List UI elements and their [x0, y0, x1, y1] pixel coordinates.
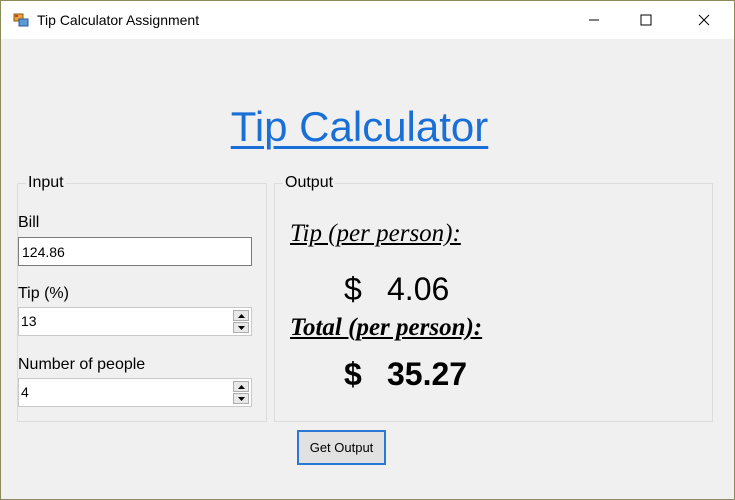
maximize-icon — [640, 14, 652, 26]
total-per-person-value: 35.27 — [387, 356, 468, 392]
maximize-button[interactable] — [623, 1, 669, 39]
minimize-button[interactable] — [571, 1, 617, 39]
close-icon — [698, 14, 710, 26]
people-up-button[interactable] — [233, 381, 249, 392]
title-bar[interactable]: Tip Calculator Assignment — [1, 1, 734, 39]
tip-value[interactable]: 13 — [21, 313, 37, 329]
minimize-icon — [589, 19, 599, 21]
output-group: Output Tip (per person): $ 4.06 Total (p… — [274, 174, 713, 422]
people-spin-buttons — [233, 381, 249, 405]
tip-label: Tip (%) — [18, 285, 69, 302]
output-legend: Output — [283, 174, 336, 192]
app-icon — [13, 13, 29, 27]
bill-label: Bill — [18, 214, 40, 231]
tip-currency: $ — [344, 271, 362, 307]
arrow-down-icon — [237, 325, 245, 330]
arrow-down-icon — [237, 396, 245, 401]
people-label: Number of people — [18, 356, 146, 373]
arrow-up-icon — [237, 313, 245, 318]
tip-per-person-value: 4.06 — [387, 271, 450, 307]
close-button[interactable] — [681, 1, 727, 39]
page-title: Tip Calculator — [230, 103, 489, 150]
input-group: Input Bill Tip (%) 13 Number of people 4 — [17, 174, 267, 422]
people-down-button[interactable] — [233, 393, 249, 404]
tip-down-button[interactable] — [233, 322, 249, 333]
get-output-button[interactable]: Get Output — [297, 430, 386, 465]
tip-up-button[interactable] — [233, 310, 249, 321]
input-legend: Input — [26, 174, 66, 192]
people-stepper[interactable]: 4 — [18, 378, 252, 407]
people-value[interactable]: 4 — [21, 384, 29, 400]
total-currency: $ — [344, 356, 362, 392]
arrow-up-icon — [237, 384, 245, 389]
tip-spin-buttons — [233, 310, 249, 334]
total-per-person-label: Total (per person): — [290, 314, 483, 341]
app-window: Tip Calculator Assignment Tip Calculator… — [0, 0, 735, 500]
bill-input[interactable] — [18, 237, 252, 266]
tip-stepper[interactable]: 13 — [18, 307, 252, 336]
tip-per-person-label: Tip (per person): — [290, 220, 461, 247]
window-title: Tip Calculator Assignment — [37, 12, 200, 28]
